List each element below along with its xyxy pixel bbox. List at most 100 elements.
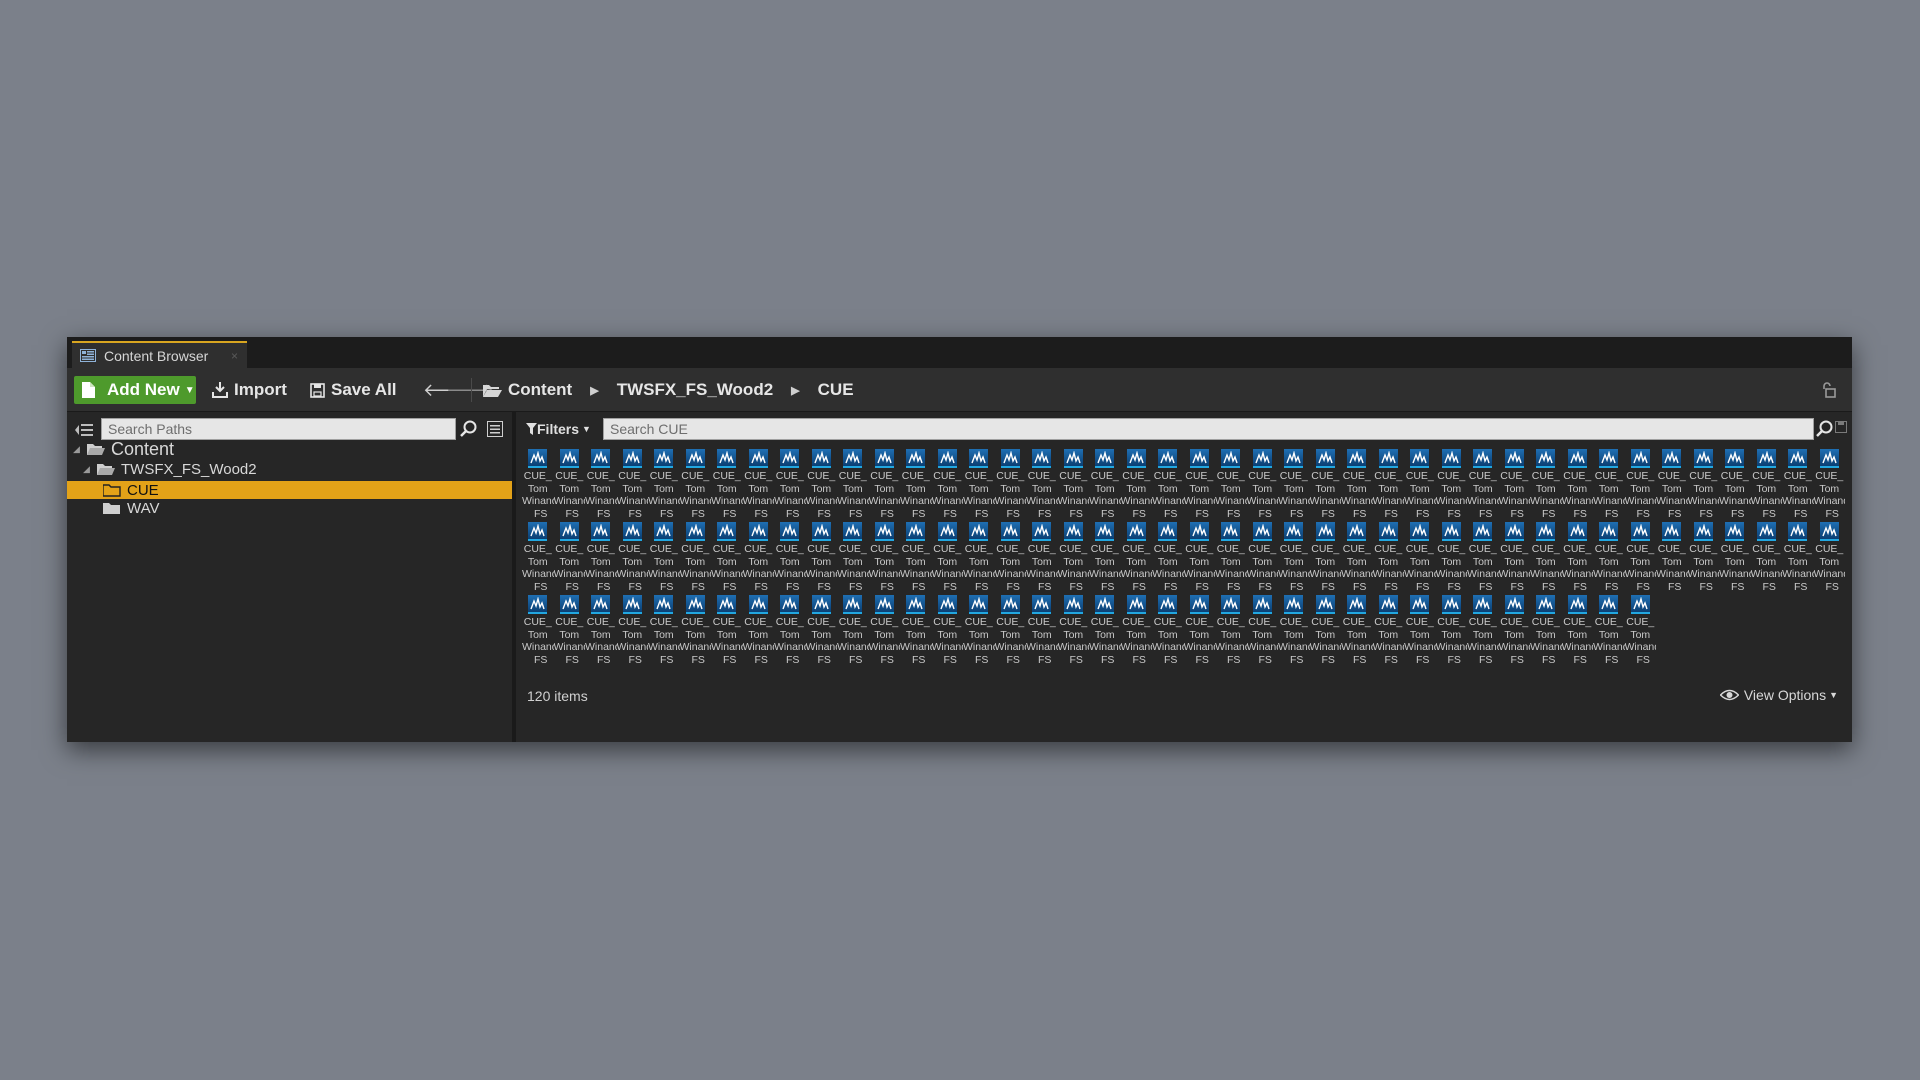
asset-tile[interactable]: CUE_ Tom Winand _FS — [1152, 592, 1184, 665]
asset-tile[interactable]: CUE_ Tom Winand _FS — [1373, 446, 1404, 519]
breadcrumb-arrow-icon[interactable]: ▶ — [779, 384, 811, 397]
asset-tile[interactable]: CUE_ Tom Winand _FS — [1026, 519, 1058, 592]
asset-tile[interactable]: CUE_ Tom Winand _FS — [806, 519, 837, 592]
asset-tile[interactable]: CUE_ Tom Winand _FS — [522, 592, 554, 665]
asset-tile[interactable]: CUE_ Tom Winand _FS — [1310, 446, 1341, 519]
asset-tile[interactable]: CUE_ Tom Winand _FS — [1152, 519, 1184, 592]
view-options-button[interactable]: View Options ▼ — [1719, 687, 1838, 703]
asset-tile[interactable]: CUE_ Tom Winand _FS — [1499, 592, 1530, 665]
asset-tile[interactable]: CUE_ Tom Winand _FS — [743, 446, 774, 519]
asset-tile[interactable]: CUE_ Tom Winand _FS — [1121, 519, 1152, 592]
asset-tile[interactable]: CUE_ Tom Winand _FS — [554, 592, 585, 665]
asset-tile[interactable]: CUE_ Tom Winand _FS — [995, 519, 1026, 592]
asset-tile[interactable]: CUE_ Tom Winand _FS — [1499, 446, 1530, 519]
asset-tile[interactable]: CUE_ Tom Winand _FS — [1058, 519, 1089, 592]
asset-tile[interactable]: CUE_ Tom Winand _FS — [1719, 446, 1751, 519]
asset-tile[interactable]: CUE_ Tom Winand _FS — [1751, 446, 1782, 519]
asset-tile[interactable]: CUE_ Tom Winand _FS — [680, 446, 711, 519]
asset-tile[interactable]: CUE_ Tom Winand _FS — [585, 446, 617, 519]
asset-tile[interactable]: CUE_ Tom Winand _FS — [1782, 446, 1814, 519]
asset-tile[interactable]: CUE_ Tom Winand _FS — [1562, 446, 1593, 519]
asset-tile[interactable]: CUE_ Tom Winand _FS — [869, 592, 900, 665]
asset-tile[interactable]: CUE_ Tom Winand _FS — [1215, 592, 1247, 665]
asset-tile[interactable]: CUE_ Tom Winand _FS — [1562, 592, 1593, 665]
tab-close-icon[interactable]: × — [231, 349, 238, 363]
save-all-button[interactable]: Save All — [310, 376, 397, 404]
asset-tile[interactable]: CUE_ Tom Winand _FS — [1530, 519, 1562, 592]
asset-tile[interactable]: CUE_ Tom Winand _FS — [743, 519, 774, 592]
asset-tile[interactable]: CUE_ Tom Winand _FS — [1215, 446, 1247, 519]
add-new-button[interactable]: Add New ▼ — [74, 376, 196, 404]
search-assets-input[interactable]: Search CUE — [603, 418, 1814, 440]
asset-tile[interactable]: CUE_ Tom Winand _FS — [1373, 519, 1404, 592]
tree-item-cue[interactable]: CUE — [67, 481, 512, 499]
breadcrumb-twsfx-fs-wood2[interactable]: TWSFX_FS_Wood2 — [611, 380, 779, 400]
asset-tile[interactable]: CUE_ Tom Winand _FS — [1341, 446, 1373, 519]
asset-tile[interactable]: CUE_ Tom Winand _FS — [1593, 446, 1625, 519]
asset-tile[interactable]: CUE_ Tom Winand _FS — [1026, 592, 1058, 665]
asset-tile[interactable]: CUE_ Tom Winand _FS — [900, 592, 932, 665]
asset-tile[interactable]: CUE_ Tom Winand _FS — [1089, 446, 1121, 519]
filters-button[interactable]: Filters ▼ — [526, 419, 591, 439]
asset-tile[interactable]: CUE_ Tom Winand _FS — [1247, 592, 1278, 665]
expand-arrow-icon[interactable]: ◢ — [83, 464, 93, 475]
asset-tile[interactable]: CUE_ Tom Winand _FS — [1404, 519, 1436, 592]
asset-tile[interactable]: CUE_ Tom Winand _FS — [1121, 592, 1152, 665]
asset-tile[interactable]: CUE_ Tom Winand _FS — [774, 446, 806, 519]
asset-tile[interactable]: CUE_ Tom Winand _FS — [1310, 519, 1341, 592]
asset-tile[interactable]: CUE_ Tom Winand _FS — [743, 592, 774, 665]
asset-tile[interactable]: CUE_ Tom Winand _FS — [995, 446, 1026, 519]
tree-item-wav[interactable]: WAV — [67, 499, 512, 517]
asset-tile[interactable]: CUE_ Tom Winand _FS — [1278, 446, 1310, 519]
asset-tile[interactable]: CUE_ Tom Winand _FS — [648, 592, 680, 665]
breadcrumb-arrow-icon[interactable]: ▶ — [578, 384, 610, 397]
save-search-icon[interactable] — [1835, 421, 1847, 433]
asset-tile[interactable]: CUE_ Tom Winand _FS — [963, 592, 995, 665]
asset-tile[interactable]: CUE_ Tom Winand _FS — [900, 519, 932, 592]
asset-tile[interactable]: CUE_ Tom Winand _FS — [963, 446, 995, 519]
asset-tile[interactable]: CUE_ Tom Winand _FS — [1278, 519, 1310, 592]
asset-tile[interactable]: CUE_ Tom Winand _FS — [1436, 519, 1467, 592]
asset-tile[interactable]: CUE_ Tom Winand _FS — [774, 592, 806, 665]
asset-tile[interactable]: CUE_ Tom Winand _FS — [1089, 592, 1121, 665]
asset-tile[interactable]: CUE_ Tom Winand _FS — [1089, 519, 1121, 592]
asset-tile[interactable]: CUE_ Tom Winand _FS — [1530, 592, 1562, 665]
asset-tile[interactable]: CUE_ Tom Winand _FS — [1152, 446, 1184, 519]
search-icon[interactable] — [460, 420, 477, 437]
asset-tile[interactable]: CUE_ Tom Winand _FS — [680, 519, 711, 592]
asset-tile[interactable]: CUE_ Tom Winand _FS — [1530, 446, 1562, 519]
asset-tile[interactable]: CUE_ Tom Winand _FS — [1467, 446, 1499, 519]
tree-item-twsfx-fs-wood2[interactable]: ◢ TWSFX_FS_Wood2 — [67, 460, 512, 478]
asset-tile[interactable]: CUE_ Tom Winand _FS — [1467, 592, 1499, 665]
asset-tile[interactable]: CUE_ Tom Winand _FS — [1467, 519, 1499, 592]
asset-tile[interactable]: CUE_ Tom Winand _FS — [774, 519, 806, 592]
asset-tile[interactable]: CUE_ Tom Winand _FS — [1184, 519, 1215, 592]
toggle-sources-icon[interactable] — [75, 423, 93, 437]
asset-tile[interactable]: CUE_ Tom Winand _FS — [1310, 592, 1341, 665]
asset-tile[interactable]: CUE_ Tom Winand _FS — [932, 519, 963, 592]
asset-tile[interactable]: CUE_ Tom Winand _FS — [522, 519, 554, 592]
asset-tile[interactable]: CUE_ Tom Winand _FS — [1341, 519, 1373, 592]
asset-tile[interactable]: CUE_ Tom Winand _FS — [648, 519, 680, 592]
asset-tile[interactable]: CUE_ Tom Winand _FS — [837, 592, 869, 665]
asset-tile[interactable]: CUE_ Tom Winand _FS — [1341, 592, 1373, 665]
asset-tile[interactable]: CUE_ Tom Winand _FS — [1625, 519, 1656, 592]
asset-tile[interactable]: CUE_ Tom Winand _FS — [554, 446, 585, 519]
asset-tile[interactable]: CUE_ Tom Winand _FS — [1026, 446, 1058, 519]
asset-tile[interactable]: CUE_ Tom Winand _FS — [1058, 446, 1089, 519]
asset-tile[interactable]: CUE_ Tom Winand _FS — [837, 446, 869, 519]
asset-tile[interactable]: CUE_ Tom Winand _FS — [1719, 519, 1751, 592]
asset-tile[interactable]: CUE_ Tom Winand _FS — [680, 592, 711, 665]
tab-content-browser[interactable]: Content Browser × — [72, 341, 247, 368]
asset-tile[interactable]: CUE_ Tom Winand _FS — [1499, 519, 1530, 592]
asset-tile[interactable]: CUE_ Tom Winand _FS — [1593, 592, 1625, 665]
asset-tile[interactable]: CUE_ Tom Winand _FS — [585, 519, 617, 592]
asset-tile[interactable]: CUE_ Tom Winand _FS — [1373, 592, 1404, 665]
breadcrumb-content[interactable]: Content — [502, 380, 578, 400]
expand-arrow-icon[interactable]: ◢ — [73, 444, 83, 455]
asset-tile[interactable]: CUE_ Tom Winand _FS — [1593, 519, 1625, 592]
asset-tile[interactable]: CUE_ Tom Winand _FS — [1625, 592, 1656, 665]
asset-tile[interactable]: CUE_ Tom Winand _FS — [806, 446, 837, 519]
asset-tile[interactable]: CUE_ Tom Winand _FS — [1782, 519, 1814, 592]
asset-tile[interactable]: CUE_ Tom Winand _FS — [932, 446, 963, 519]
